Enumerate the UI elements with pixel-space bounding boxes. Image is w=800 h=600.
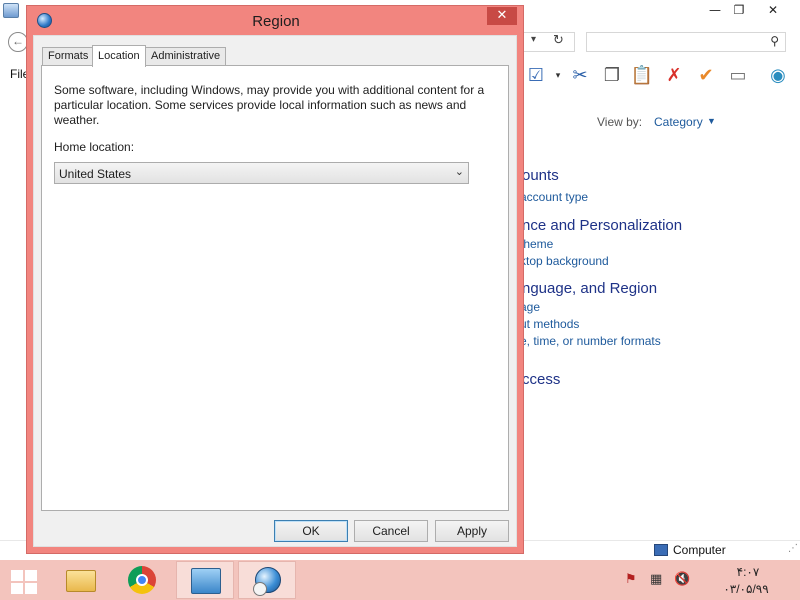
apply-button[interactable]: Apply [435,520,509,542]
refresh-icon[interactable]: ↻ [553,33,564,48]
home-location-value: United States [59,167,132,181]
category-link[interactable]: ktop background [520,254,609,268]
properties-icon[interactable]: ▭ [726,64,750,88]
search-icon[interactable]: ⚲ [770,34,779,48]
chrome-icon [128,566,156,594]
home-location-label: Home location: [54,140,135,154]
tab-location[interactable]: Location [92,45,146,67]
category-heading-ease-of-access[interactable]: ccess [522,371,560,388]
dialog-body: Formats Location Administrative Some sof… [33,35,517,547]
dialog-close-button[interactable]: ✕ [487,7,517,25]
home-location-select[interactable]: United States ⌄ [54,162,469,184]
taskbar-file-explorer[interactable] [52,561,110,599]
flag-icon[interactable]: ⚑ [625,572,637,587]
copy-icon[interactable]: ❐ [600,64,624,88]
location-description: Some software, including Windows, may pr… [54,83,485,127]
category-heading-accounts[interactable]: ounts [522,167,559,184]
cancel-button[interactable]: Cancel [354,520,428,542]
chevron-down-icon[interactable]: ▼ [707,116,716,126]
view-by-label: View by: [597,115,643,129]
view-by-dropdown[interactable]: Category [654,115,703,129]
address-bar[interactable]: ▾ ↻ [523,32,575,52]
back-arrow-icon[interactable]: ← [8,32,28,52]
status-text: Computer [673,543,726,557]
taskbar-control-panel[interactable] [176,561,234,599]
checkmark-icon[interactable]: ✔ [694,64,718,88]
control-panel-icon [191,568,221,594]
category-link[interactable]: theme [520,237,553,251]
restore-icon[interactable]: ❐ [724,1,754,19]
clock-time[interactable]: ۴:۰۷ [718,565,778,579]
location-tab-page: Some software, including Windows, may pr… [41,65,509,511]
category-link[interactable]: account type [520,190,588,204]
category-heading-appearance[interactable]: nce and Personalization [522,217,682,234]
taskbar-region[interactable] [238,561,296,599]
taskbar: ⚑ ▦ 🔇 ۴:۰۷ ۰۳/۰۵/۹۹ [0,560,800,600]
control-panel-icon [3,3,19,18]
tab-formats[interactable]: Formats [42,47,95,66]
dialog-title: Region [252,13,300,30]
search-input[interactable]: ⚲ [586,32,786,52]
speaker-muted-icon[interactable]: 🔇 [674,572,690,587]
taskbar-chrome[interactable] [114,561,172,599]
shell-icon[interactable]: ◉ [766,64,790,88]
cut-icon[interactable]: ✂ [568,64,592,88]
region-dialog: Region ✕ Formats Location Administrative… [26,5,524,554]
address-dropdown-icon[interactable]: ▾ [531,34,536,45]
toolbar: ☑ ▾ ✂ ❐ 📋 ✗ ✔ ▭ ◉ [524,62,800,90]
computer-icon [654,544,668,556]
close-icon[interactable]: ✕ [758,1,788,19]
delete-icon[interactable]: ✗ [662,64,686,88]
category-heading-language-region[interactable]: nguage, and Region [522,280,657,297]
paste-icon[interactable]: 📋 [630,64,654,88]
file-explorer-icon [66,570,96,592]
ok-button[interactable]: OK [274,520,348,542]
resize-grip-icon[interactable]: ⋰ [788,543,798,554]
check-list-icon[interactable]: ☑ [524,64,548,88]
dropdown-arrow-icon[interactable]: ▾ [546,64,570,88]
tab-administrative[interactable]: Administrative [145,47,227,66]
category-link[interactable]: ut methods [520,317,579,331]
windows-start-icon[interactable] [9,568,39,594]
close-icon: ✕ [496,8,508,23]
chevron-down-icon: ⌄ [454,165,464,178]
clock-date[interactable]: ۰۳/۰۵/۹۹ [708,582,784,596]
network-icon[interactable]: ▦ [650,572,662,587]
category-link[interactable]: e, time, or number formats [520,334,661,348]
